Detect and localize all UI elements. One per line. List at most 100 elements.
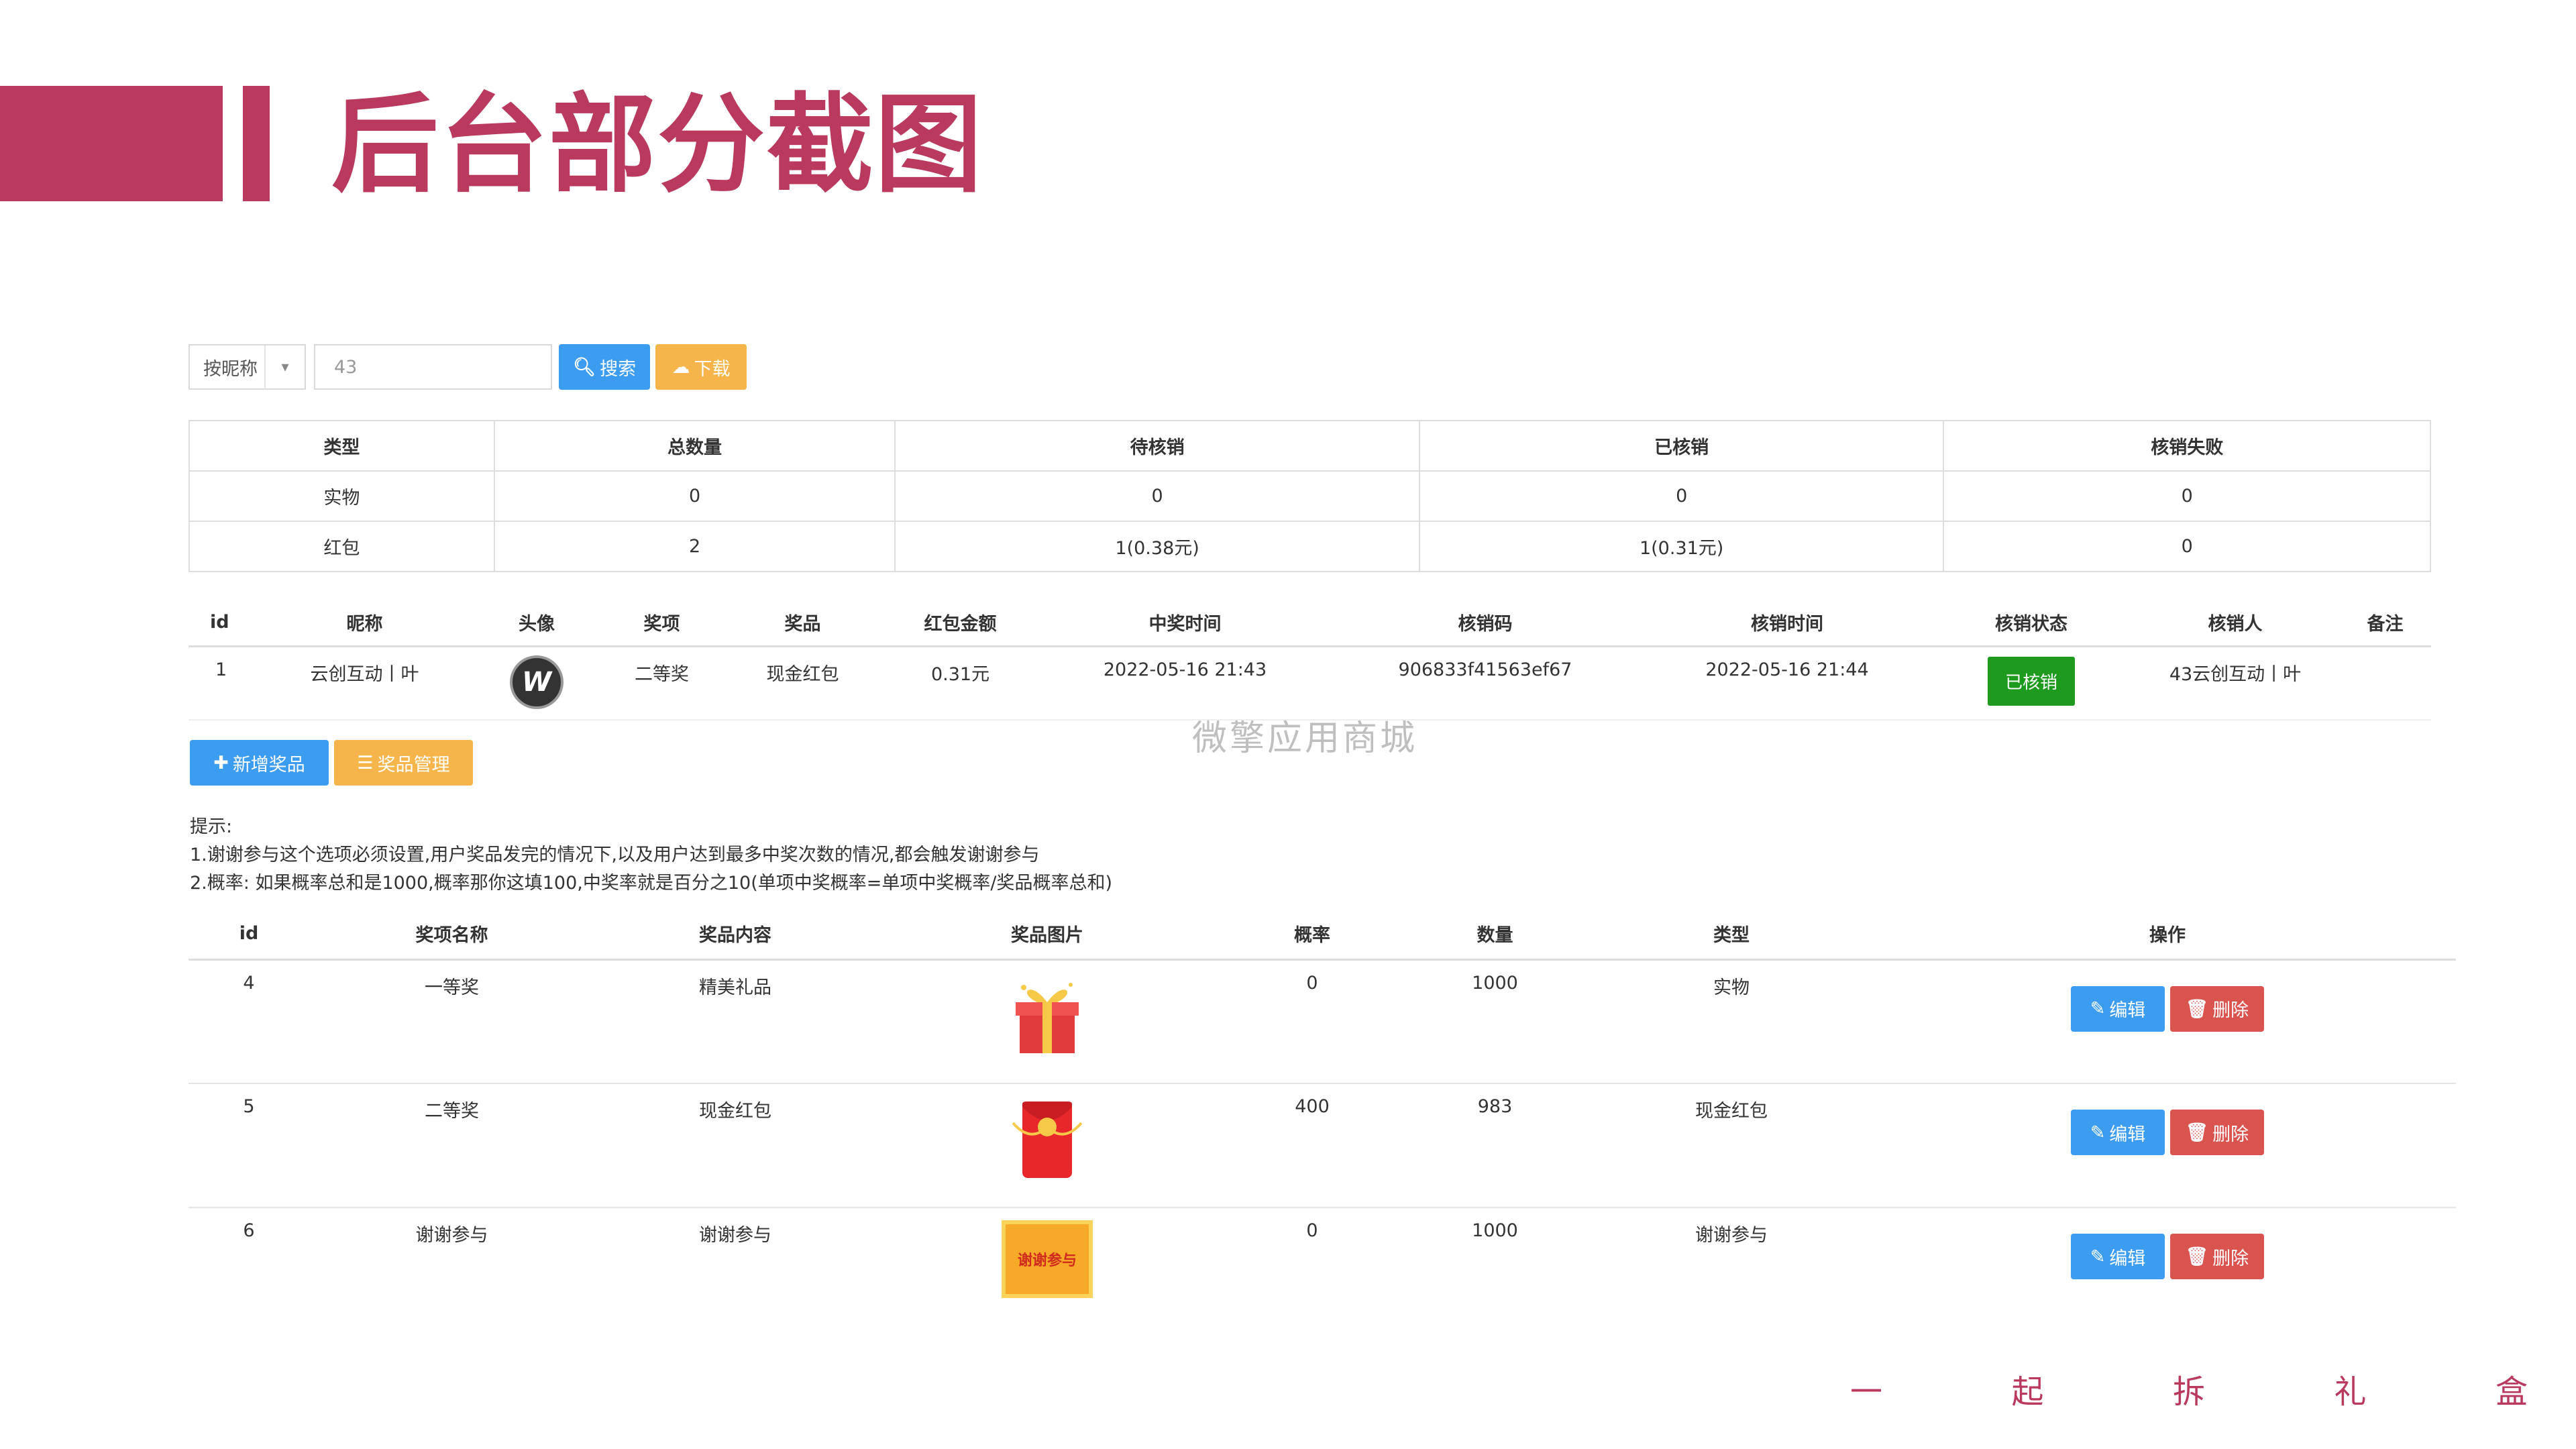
- accent-stripe: [243, 86, 270, 201]
- edit-button[interactable]: ✎ 编辑: [2071, 985, 2165, 1032]
- filter-select[interactable]: 按昵称 ▾: [189, 344, 306, 390]
- stats-cell: 0: [1943, 521, 2431, 572]
- records-header: 中奖时间: [1042, 599, 1328, 647]
- prize-type: 现金红包: [1584, 1083, 1879, 1208]
- records-header: 红包金额: [878, 599, 1042, 647]
- prize-image-cell: [876, 1083, 1218, 1208]
- gift-box-icon: [1004, 973, 1091, 1060]
- edit-label: 编辑: [2109, 1000, 2146, 1021]
- search-input[interactable]: [314, 344, 552, 390]
- stats-header-row: 类型 总数量 待核销 已核销 核销失败: [189, 420, 2431, 472]
- search-button[interactable]: 🔍︎ 搜索: [559, 344, 650, 390]
- slide-title: 后台部分截图: [331, 82, 984, 207]
- plus-icon: ✚: [213, 752, 229, 773]
- download-button[interactable]: ☁ 下载: [655, 344, 747, 390]
- trash-icon: 🗑︎: [2185, 1122, 2209, 1143]
- prizes-header: 类型: [1584, 909, 1879, 961]
- prizes-header-row: id 奖项名称 奖品内容 奖品图片 概率 数量 类型 操作: [189, 909, 2456, 961]
- stats-cell: 1(0.38元): [894, 521, 1420, 572]
- prize-content: 精美礼品: [594, 959, 876, 1084]
- tips: 提示: 1.谢谢参与这个选项必须设置,用户奖品发完的情况下,以及用户达到最多中奖…: [190, 813, 1112, 898]
- delete-button[interactable]: 🗑︎ 删除: [2170, 1110, 2264, 1155]
- add-prize-button[interactable]: ✚ 新增奖品: [190, 740, 329, 786]
- prize-ops: ✎ 编辑 🗑︎ 删除: [1879, 1208, 2456, 1332]
- records-header: 奖品: [727, 599, 878, 647]
- prize-name: 一等奖: [309, 959, 594, 1084]
- record-remark: [2339, 646, 2431, 720]
- trash-icon: 🗑︎: [2185, 1246, 2209, 1267]
- prizes-header: id: [189, 909, 309, 961]
- record-prize: 现金红包: [727, 646, 878, 720]
- records-header: 昵称: [252, 599, 477, 647]
- prize-prob: 0: [1218, 959, 1406, 1084]
- edit-label: 编辑: [2109, 1124, 2146, 1145]
- thanks-card-text: 谢谢参与: [1017, 1252, 1077, 1269]
- stats-header: 待核销: [894, 420, 1420, 472]
- manage-prize-button[interactable]: ☰ 奖品管理: [334, 740, 473, 786]
- record-status-cell: 已核销: [1931, 646, 2131, 720]
- trash-icon: 🗑︎: [2185, 998, 2209, 1020]
- prizes-header: 概率: [1218, 909, 1406, 961]
- delete-button[interactable]: 🗑︎ 删除: [2170, 985, 2264, 1032]
- records-header: 核销人: [2131, 599, 2339, 647]
- stats-cell: 实物: [189, 470, 495, 522]
- search-icon: 🔍︎: [572, 357, 596, 378]
- delete-button[interactable]: 🗑︎ 删除: [2170, 1234, 2264, 1279]
- prize-type: 实物: [1584, 959, 1879, 1084]
- edit-button[interactable]: ✎ 编辑: [2071, 1234, 2165, 1279]
- edit-label: 编辑: [2109, 1248, 2146, 1269]
- edit-icon: ✎: [2090, 1246, 2106, 1267]
- table-row: 4 一等奖 精美礼品 0 1000 实物 ✎ 编辑 🗑︎ 删除: [189, 959, 2456, 1084]
- prize-prob: 400: [1218, 1083, 1406, 1208]
- table-row: 5 二等奖 现金红包 400 983 现金红包 ✎ 编辑 🗑︎ 删除: [189, 1083, 2456, 1208]
- prize-prob: 0: [1306, 1220, 1318, 1241]
- stats-cell: 0: [894, 470, 1420, 522]
- prize-ops: ✎ 编辑 🗑︎ 删除: [1879, 959, 2456, 1084]
- records-header: 核销状态: [1931, 599, 2131, 647]
- prizes-header: 奖项名称: [309, 909, 594, 961]
- prize-name: 二等奖: [309, 1083, 594, 1208]
- prize-ops: ✎ 编辑 🗑︎ 删除: [1879, 1083, 2456, 1208]
- edit-button[interactable]: ✎ 编辑: [2071, 1110, 2165, 1155]
- prize-name: 谢谢参与: [415, 1225, 488, 1246]
- watermark: 微擎应用商城: [1192, 718, 1418, 759]
- records-header: 核销时间: [1643, 599, 1931, 647]
- thanks-card-icon: 谢谢参与: [1002, 1220, 1093, 1298]
- record-nickname: 云创互动丨叶: [252, 646, 477, 720]
- record-amount: 0.31元: [878, 646, 1042, 720]
- add-prize-label: 新增奖品: [232, 754, 305, 775]
- records-header: 头像: [477, 599, 596, 647]
- records-header: 备注: [2339, 599, 2431, 647]
- record-verifier: 43云创互动丨叶: [2131, 646, 2339, 720]
- prize-image-cell: 谢谢参与: [876, 1208, 1218, 1332]
- footer-char: 拆: [2172, 1373, 2205, 1411]
- stats-header: 总数量: [493, 420, 896, 472]
- search-button-label: 搜索: [600, 358, 637, 380]
- prize-type: 谢谢参与: [1695, 1225, 1768, 1246]
- stats-cell: 0: [1418, 470, 1945, 522]
- stats-header: 核销失败: [1943, 420, 2431, 472]
- avatar: W: [510, 655, 564, 709]
- prize-qty: 1000: [1406, 959, 1584, 1084]
- stats-header: 类型: [189, 420, 495, 472]
- stats-cell: 1(0.31元): [1418, 521, 1945, 572]
- status-badge: 已核销: [1987, 656, 2075, 706]
- manage-prize-label: 奖品管理: [377, 754, 450, 775]
- prize-id: 5: [189, 1083, 309, 1208]
- record-verify-time: 2022-05-16 21:44: [1643, 646, 1931, 720]
- prizes-header: 奖品内容: [594, 909, 876, 961]
- record-award: 二等奖: [596, 646, 727, 720]
- tips-line: 1.谢谢参与这个选项必须设置,用户奖品发完的情况下,以及用户达到最多中奖次数的情…: [190, 845, 1040, 865]
- records-header: 奖项: [596, 599, 727, 647]
- prize-qty: 1000: [1472, 1220, 1518, 1241]
- red-envelope-icon: [1004, 1096, 1091, 1183]
- prize-id: 6: [243, 1220, 255, 1241]
- delete-label: 删除: [2212, 1124, 2249, 1145]
- footer-char: 盒: [2495, 1373, 2528, 1411]
- stats-cell: 红包: [189, 521, 495, 572]
- records-header: id: [189, 599, 252, 647]
- download-button-label: 下载: [694, 358, 731, 380]
- edit-icon: ✎: [2090, 998, 2106, 1019]
- stats-cell: 0: [1943, 470, 2431, 522]
- prize-id: 4: [189, 959, 309, 1084]
